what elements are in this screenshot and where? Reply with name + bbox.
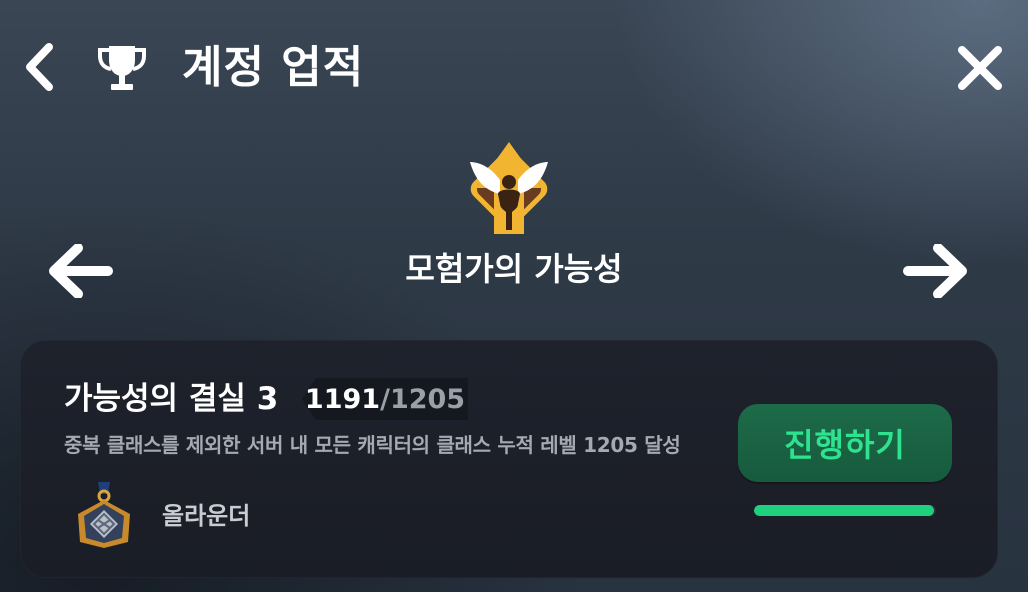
progress-counter: 1191/1205 bbox=[302, 378, 468, 420]
achievement-description: 중복 클래스를 제외한 서버 내 모든 캐릭터의 클래스 누적 레벨 1205 … bbox=[64, 433, 681, 457]
page-title: 계정 업적 bbox=[182, 42, 365, 93]
medal-icon bbox=[78, 482, 130, 548]
close-button[interactable] bbox=[950, 38, 1010, 98]
progress-current: 1191 bbox=[304, 383, 381, 415]
reward-name: 올라운더 bbox=[162, 502, 251, 530]
progress-bar bbox=[754, 505, 936, 516]
progress-total: 1205 bbox=[389, 383, 466, 415]
progress-separator: / bbox=[380, 383, 390, 415]
winged-figure-emblem-icon bbox=[470, 142, 548, 234]
close-icon bbox=[958, 46, 1002, 90]
trophy-icon bbox=[98, 46, 146, 90]
proceed-button[interactable]: 진행하기 bbox=[738, 404, 952, 482]
achievement-title: 가능성의 결실 3 bbox=[64, 381, 279, 417]
back-button[interactable] bbox=[14, 38, 64, 96]
chevron-left-icon bbox=[26, 43, 53, 91]
arrow-left-icon[interactable] bbox=[48, 244, 114, 298]
category-name: 모험가의 가능성 bbox=[405, 250, 623, 288]
progress-bar-fill bbox=[754, 505, 934, 516]
arrow-right-icon[interactable] bbox=[902, 244, 968, 298]
